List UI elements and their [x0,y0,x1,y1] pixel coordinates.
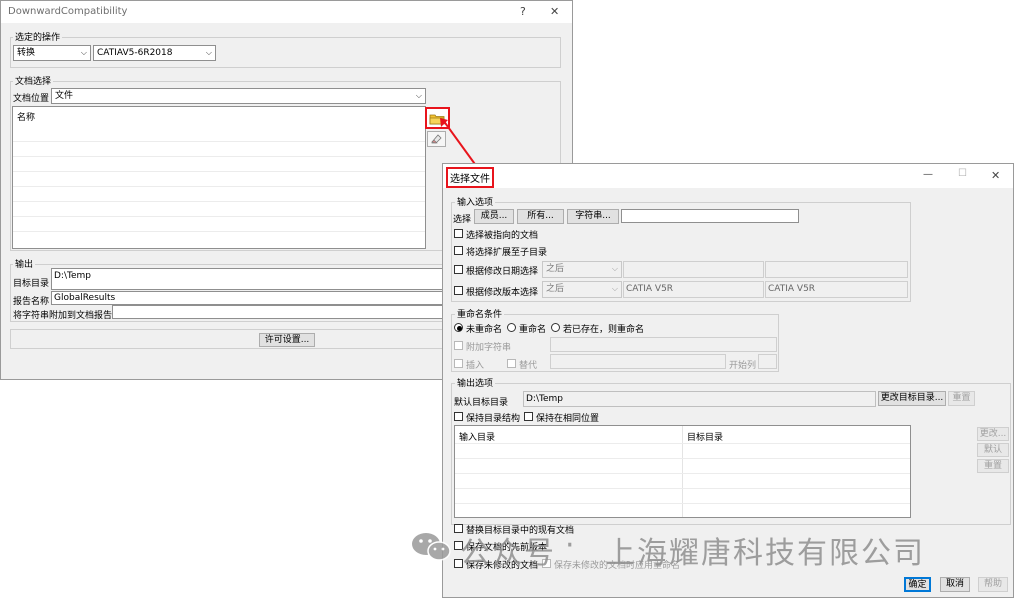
watermark-prefix: 公众号 [460,536,556,571]
replace-label: 替代 [519,361,538,371]
chevron-down-icon: ⌵ [205,48,212,57]
chevron-down-icon: ⌵ [415,91,422,100]
dialog-title: 选择文件 [446,167,494,188]
date-condition-select[interactable]: 之后 ⌵ [542,261,622,278]
main-titlebar: DownwardCompatibility ? ✕ [1,1,572,23]
wechat-icon [412,533,451,561]
default-target-field[interactable]: D:\Temp [523,391,876,407]
output-group-label: 输出 [13,257,36,270]
list-header-name: 名称 [17,113,36,123]
reset-target-button[interactable]: 重置 [948,391,975,406]
doc-selection-group-label: 文档选择 [13,74,54,87]
by-date-checkbox[interactable] [454,265,463,274]
version-select[interactable]: CATIAV5-6R2018 ⌵ [93,45,216,61]
extend-subdirs-checkbox[interactable] [454,246,463,255]
keep-same-location-checkbox[interactable] [524,412,533,421]
by-version-label: 根据修改版本选择 [466,288,539,298]
start-column-label: 开始列 [729,361,757,371]
version-to-field[interactable]: CATIA V5R [765,281,908,298]
dialog-titlebar: 选择文件 — ☐ ✕ [443,164,1013,188]
col-target-dir: 目标目录 [687,433,724,443]
no-rename-label: 未重命名 [466,325,503,335]
version-from-field[interactable]: CATIA V5R [623,281,764,298]
date-from-field[interactable] [623,261,764,278]
rename-radio[interactable] [507,323,516,332]
select-label: 选择 [453,215,472,225]
append-string-checkbox[interactable] [454,341,463,350]
by-date-label: 根据修改日期选择 [466,267,539,277]
chevron-down-icon: ⌵ [80,48,87,57]
maximize-icon[interactable]: ☐ [958,168,967,179]
append-string-field[interactable] [550,337,777,352]
no-rename-radio[interactable] [454,323,463,332]
target-dir-label: 目标目录 [13,279,50,289]
append-string-label: 将字符串附加到文档报告 [13,311,113,321]
rename-if-exists-radio[interactable] [551,323,560,332]
select-pointed-checkbox[interactable] [454,229,463,238]
watermark: 公众号 · 上海耀唐科技有限公司 [410,528,990,571]
extend-subdirs-label: 将选择扩展至子目录 [466,248,548,258]
license-settings-button[interactable]: 许可设置... [259,333,315,347]
doc-location-select[interactable]: 文件 ⌵ [51,88,426,104]
replace-field[interactable] [550,354,726,369]
rename-group-label: 重命名条件 [455,307,505,320]
operation-select[interactable]: 转换 ⌵ [13,45,91,61]
ok-button[interactable]: 确定 [904,577,931,592]
start-column-field[interactable] [758,354,777,369]
version-condition-select[interactable]: 之后 ⌵ [542,281,622,298]
string-button[interactable]: 字符串... [567,209,619,224]
append-string-label: 附加字符串 [466,343,512,353]
change-target-button[interactable]: 更改目标目录... [878,391,946,406]
select-pointed-label: 选择被指向的文档 [466,231,539,241]
help-button[interactable]: 帮助 [978,577,1008,592]
cancel-button[interactable]: 取消 [940,577,970,592]
insert-label: 插入 [466,361,485,371]
keep-structure-label: 保持目录结构 [466,414,521,424]
keep-structure-checkbox[interactable] [454,412,463,421]
close-icon[interactable]: ✕ [550,5,559,18]
output-options-label: 输出选项 [455,376,496,389]
minimize-icon[interactable]: — [923,169,933,180]
side-default-button[interactable]: 默认 [977,443,1009,457]
watermark-company: 上海耀唐科技有限公司 [605,536,925,571]
help-icon[interactable]: ? [520,5,526,18]
input-options-label: 输入选项 [455,195,496,208]
close-icon[interactable]: ✕ [991,169,1000,182]
main-window-title: DownwardCompatibility [8,6,128,17]
document-list[interactable]: 名称 [12,106,426,249]
chevron-down-icon: ⌵ [611,264,618,273]
doc-location-label: 文档位置 [13,94,50,104]
side-reset-button[interactable]: 重置 [977,459,1009,473]
date-to-field[interactable] [765,261,908,278]
replace-checkbox[interactable] [507,359,516,368]
operation-group-label: 选定的操作 [13,30,63,43]
report-name-label: 报告名称 [13,297,50,307]
col-input-dir: 输入目录 [459,433,496,443]
select-string-field[interactable] [621,209,799,223]
target-dir-field[interactable]: D:\Temp [51,268,446,290]
default-target-label: 默认目标目录 [454,398,509,408]
members-button[interactable]: 成员... [474,209,514,224]
keep-same-location-label: 保持在相同位置 [536,414,600,424]
side-change-button[interactable]: 更改... [977,427,1009,441]
chevron-down-icon: ⌵ [611,284,618,293]
all-button[interactable]: 所有... [517,209,564,224]
append-string-field[interactable] [112,305,446,319]
rename-if-exists-label: 若已存在，则重命名 [563,325,645,335]
report-name-field[interactable]: GlobalResults [51,291,446,305]
by-version-checkbox[interactable] [454,286,463,295]
watermark-dot: · [565,528,577,563]
directory-mapping-table[interactable]: 输入目录 目标目录 [454,425,911,518]
insert-checkbox[interactable] [454,359,463,368]
rename-label: 重命名 [519,325,547,335]
